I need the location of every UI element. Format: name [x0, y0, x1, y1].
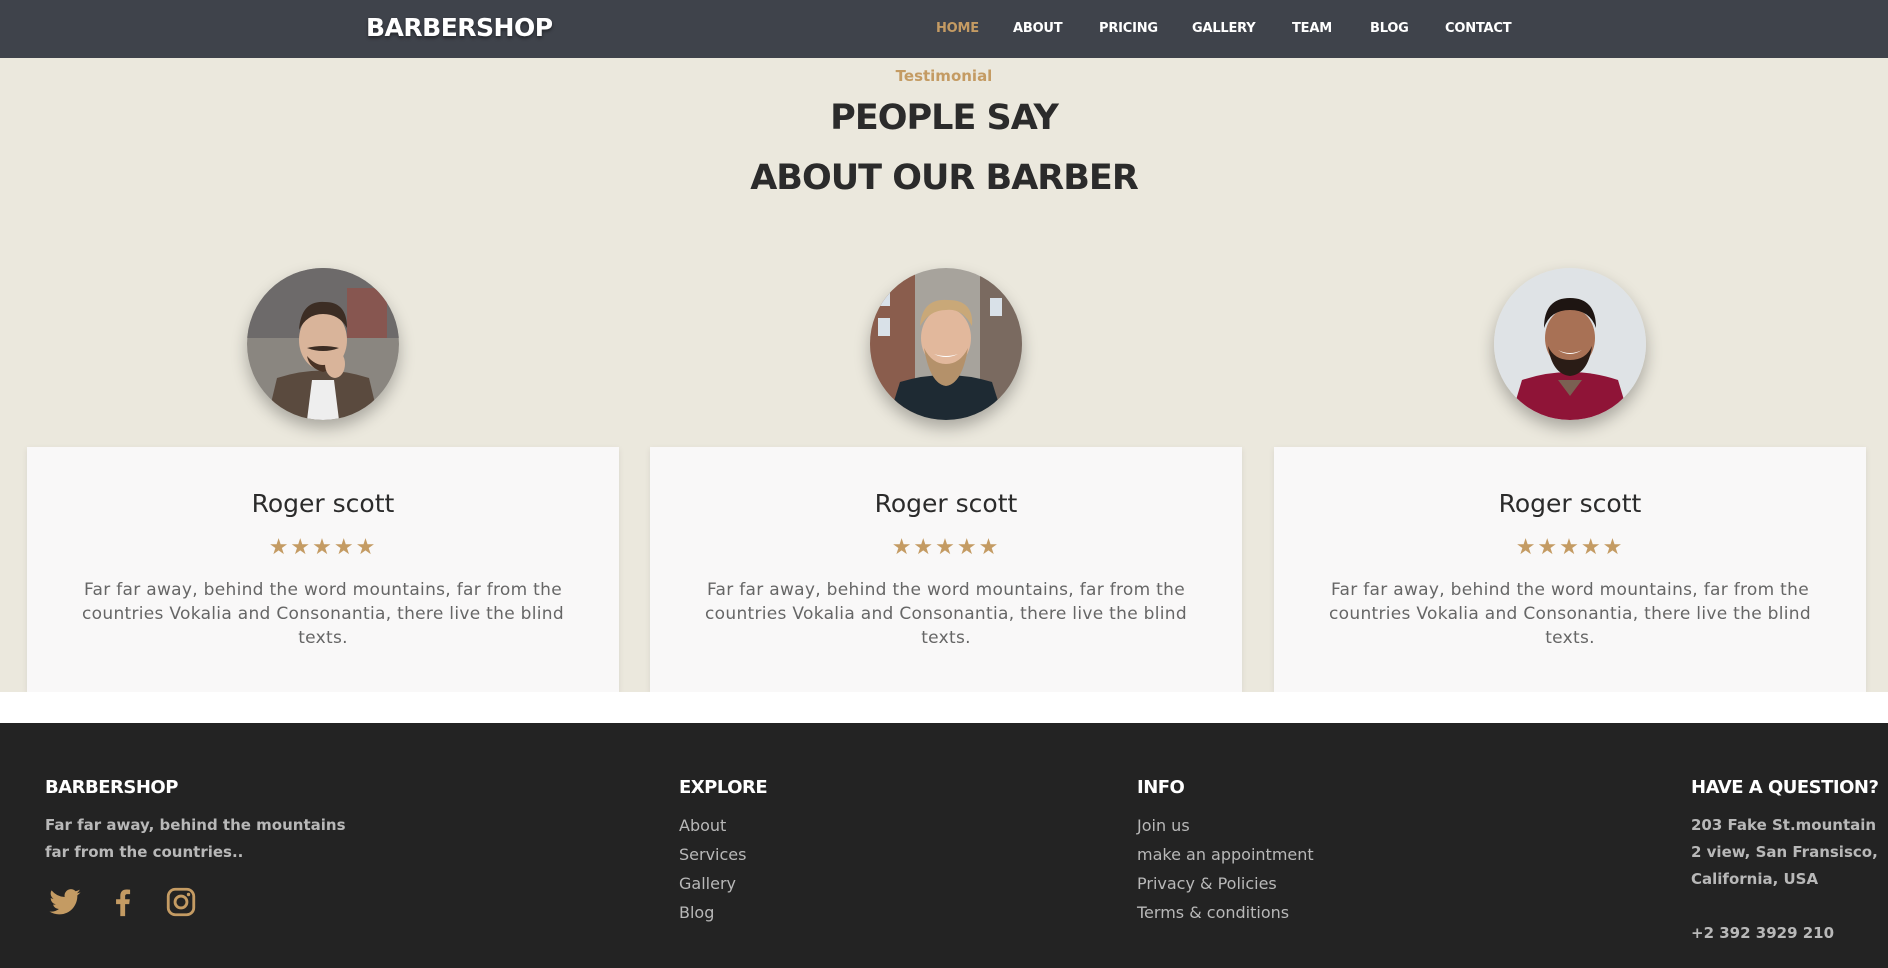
footer-address-line1: 203 Fake St.mountain	[1691, 816, 1877, 834]
avatar	[247, 268, 399, 420]
footer-link-blog[interactable]: Blog	[679, 903, 714, 922]
nav-item-home[interactable]: HOME	[936, 21, 979, 36]
section-heading-line2: ABOUT OUR BARBER	[750, 158, 1139, 198]
reviewer-name: Roger scott	[874, 489, 1018, 518]
section-subheading: Testimonial	[895, 67, 993, 85]
star-rating: ★★★★★	[891, 534, 1001, 559]
testimonial-card: Roger scott ★★★★★ Far far away, behind t…	[27, 447, 619, 692]
testimonial-card: Roger scott ★★★★★ Far far away, behind t…	[650, 447, 1242, 692]
footer-link-about[interactable]: About	[679, 816, 726, 835]
footer-brand: BARBERSHOP	[45, 777, 178, 798]
testimonial-text: Far far away, behind the word mountains,…	[82, 580, 564, 648]
reviewer-name: Roger scott	[251, 489, 395, 518]
footer-about-line2: far from the countries..	[45, 843, 244, 861]
footer-link-terms[interactable]: Terms & conditions	[1137, 903, 1289, 922]
star-rating: ★★★★★	[268, 534, 378, 559]
nav-item-blog[interactable]: BLOG	[1370, 21, 1409, 36]
nav-item-team[interactable]: TEAM	[1292, 21, 1332, 36]
footer-link-join-us[interactable]: Join us	[1137, 816, 1190, 835]
footer-address-line3: California, USA	[1691, 870, 1819, 888]
avatar	[870, 268, 1022, 420]
footer-explore-title: EXPLORE	[679, 777, 768, 798]
footer-phone[interactable]: +2 392 3929 210	[1691, 920, 1834, 947]
footer-info-title: INFO	[1137, 777, 1185, 798]
nav-item-contact[interactable]: CONTACT	[1445, 21, 1512, 36]
footer-link-privacy[interactable]: Privacy & Policies	[1137, 874, 1277, 893]
testimonial-card: Roger scott ★★★★★ Far far away, behind t…	[1274, 447, 1866, 692]
section-divider	[0, 692, 1888, 723]
footer-link-gallery[interactable]: Gallery	[679, 874, 736, 893]
footer-link-appointment[interactable]: make an appointment	[1137, 845, 1314, 864]
testimonial-text: Far far away, behind the word mountains,…	[1329, 580, 1811, 648]
footer-about-line1: Far far away, behind the mountains	[45, 816, 346, 834]
twitter-icon[interactable]	[48, 885, 82, 919]
navbar: BARBERSHOP HOME ABOUT PRICING GALLERY TE…	[0, 0, 1888, 58]
footer-address-line2: 2 view, San Fransisco,	[1691, 843, 1878, 861]
avatar	[1494, 268, 1646, 420]
reviewer-name: Roger scott	[1498, 489, 1642, 518]
nav-item-pricing[interactable]: PRICING	[1099, 21, 1158, 36]
facebook-icon[interactable]	[106, 885, 140, 919]
star-rating: ★★★★★	[1515, 534, 1625, 559]
testimonial-text: Far far away, behind the word mountains,…	[705, 580, 1187, 648]
nav-item-about[interactable]: ABOUT	[1013, 21, 1063, 36]
footer-link-services[interactable]: Services	[679, 845, 746, 864]
footer-contact-title: HAVE A QUESTION?	[1691, 777, 1879, 798]
section-heading-line1: PEOPLE SAY	[830, 98, 1059, 138]
nav-item-gallery[interactable]: GALLERY	[1192, 21, 1256, 36]
brand-logo[interactable]: BARBERSHOP	[366, 13, 553, 42]
instagram-icon[interactable]	[164, 885, 198, 919]
footer: BARBERSHOP Far far away, behind the moun…	[0, 723, 1888, 968]
